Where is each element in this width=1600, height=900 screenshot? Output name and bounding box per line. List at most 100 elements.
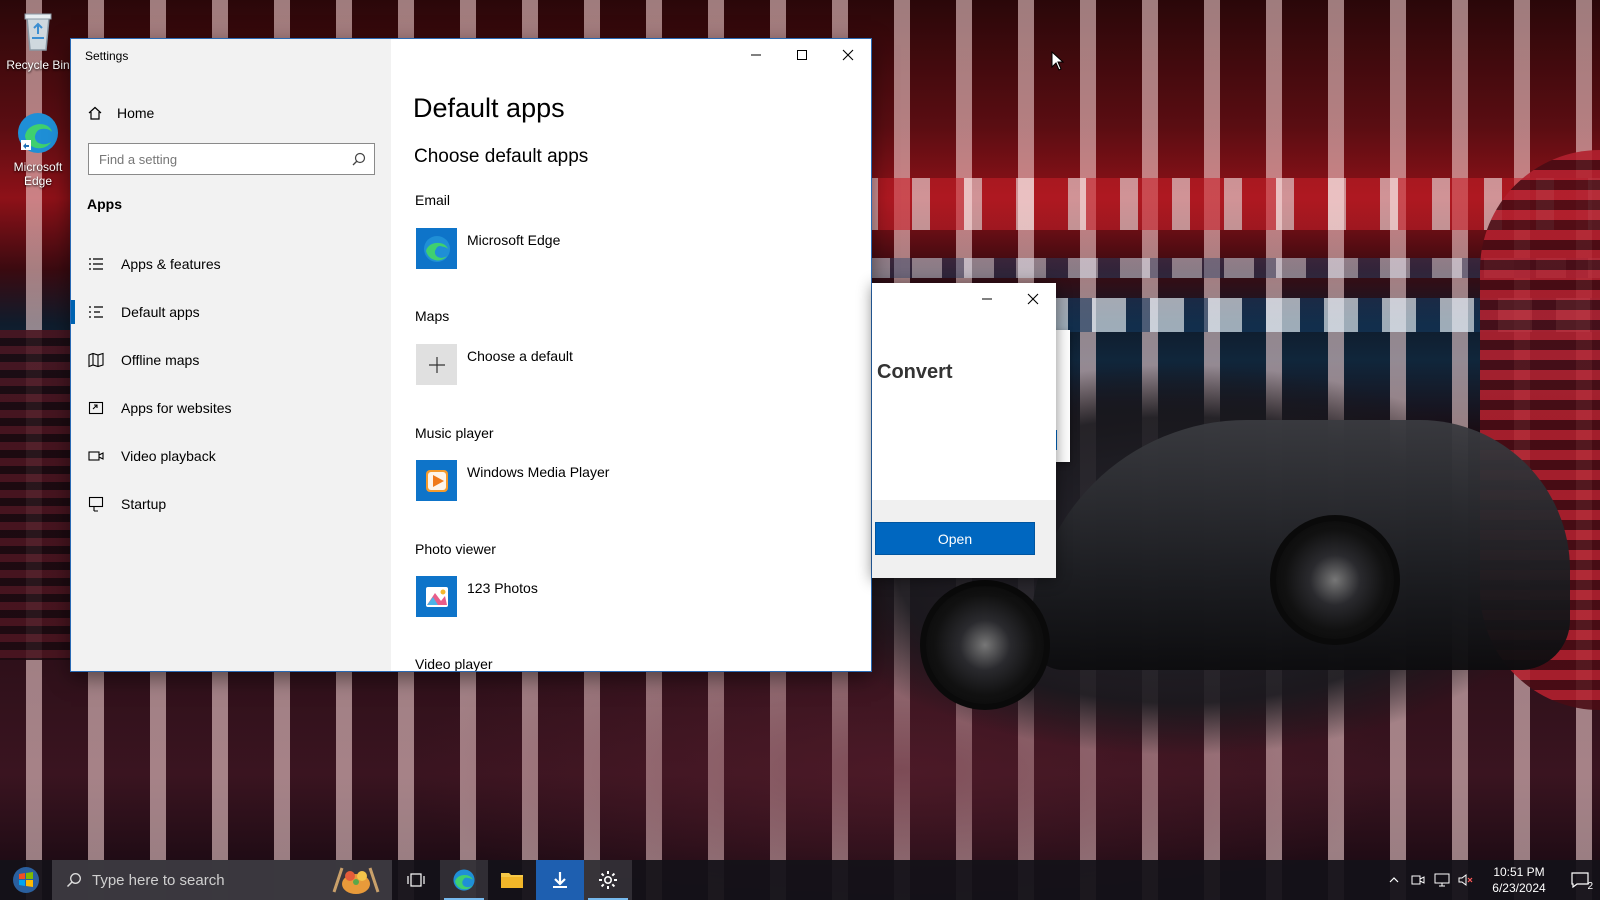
maximize-button[interactable] [779, 39, 825, 71]
windows-logo-icon [13, 867, 39, 893]
taskbar-search-box[interactable]: Type here to search [52, 860, 392, 900]
show-hidden-icons-button[interactable] [1382, 860, 1406, 900]
default-app-maps[interactable]: Choose a default [416, 344, 836, 386]
apps-list-icon [87, 255, 105, 273]
default-app-email[interactable]: Microsoft Edge [416, 228, 836, 270]
edge-icon [15, 110, 61, 156]
convert-dialog: Convert Open [872, 283, 1056, 578]
volume-muted-icon [1458, 874, 1473, 886]
system-tray: 10:51 PM 6/23/2024 2 [1382, 860, 1600, 900]
default-app-name: Microsoft Edge [467, 232, 561, 248]
desktop-icon-label: Recycle Bin [6, 58, 70, 72]
close-icon [1027, 293, 1039, 305]
desktop-icon-recycle-bin[interactable]: Recycle Bin [1, 8, 75, 72]
edge-icon [453, 869, 475, 891]
desktop-icon-edge[interactable]: Microsoft Edge [1, 110, 75, 188]
task-view-icon [407, 873, 425, 887]
wallpaper-car-wheel [920, 580, 1050, 710]
video-camera-icon [87, 447, 105, 465]
default-app-music-player[interactable]: Windows Media Player [416, 460, 836, 502]
startup-icon [87, 495, 105, 513]
default-app-photo-viewer[interactable]: 123 Photos [416, 576, 836, 618]
home-icon [88, 106, 102, 120]
clock-date: 6/23/2024 [1492, 881, 1546, 895]
action-center-button[interactable]: 2 [1560, 860, 1600, 900]
wallpaper-car-wheel [1270, 515, 1400, 645]
minimize-icon [751, 54, 761, 56]
settings-window: Settings Home Apps Apps & features Defau… [71, 39, 871, 671]
edge-icon [416, 228, 457, 269]
taskbar-clock[interactable]: 10:51 PM 6/23/2024 [1484, 864, 1554, 896]
taskbar-edge-button[interactable] [440, 860, 488, 900]
nav-item-offline-maps[interactable]: Offline maps [71, 340, 391, 380]
close-button[interactable] [825, 39, 871, 71]
task-view-button[interactable] [392, 860, 440, 900]
nav-item-label: Video playback [121, 448, 216, 464]
section-label-apps: Apps [87, 196, 122, 212]
nav-item-video-playback[interactable]: Video playback [71, 436, 391, 476]
default-app-name: Windows Media Player [467, 464, 610, 480]
category-label-email: Email [415, 192, 451, 208]
notification-icon [1571, 872, 1589, 888]
minimize-button[interactable] [733, 39, 779, 71]
close-icon [842, 49, 854, 61]
category-label-maps: Maps [415, 308, 450, 324]
default-apps-icon [87, 303, 105, 321]
nav-item-label: Apps & features [121, 256, 221, 272]
taskbar-downloader-button[interactable] [536, 860, 584, 900]
window-title: Settings [85, 49, 129, 63]
website-link-icon [87, 399, 105, 417]
settings-search-box[interactable] [88, 143, 375, 175]
search-icon [66, 873, 81, 888]
taskbar-settings-button[interactable] [584, 860, 632, 900]
dialog-title: Convert [877, 361, 953, 383]
search-highlight-illustration-icon [332, 867, 380, 894]
desktop-icon-label: Microsoft Edge [13, 160, 63, 188]
search-icon[interactable] [344, 144, 374, 174]
dialog-minimize-button[interactable] [964, 283, 1010, 315]
nav-item-label: Startup [121, 496, 167, 512]
default-app-name: Choose a default [467, 348, 573, 364]
taskbar: Type here to search 10:51 PM 6/23/2024 2 [0, 860, 1600, 900]
home-label: Home [117, 105, 155, 121]
minimize-icon [982, 298, 992, 300]
chevron-up-icon [1389, 877, 1399, 883]
nav-item-apps-for-websites[interactable]: Apps for websites [71, 388, 391, 428]
camera-icon [1411, 875, 1425, 885]
map-icon [87, 351, 105, 369]
maximize-icon [797, 50, 807, 60]
category-label-photo-viewer: Photo viewer [415, 541, 496, 557]
mouse-cursor [1051, 50, 1065, 76]
page-title: Default apps [413, 93, 565, 123]
category-label-video-player: Video player [415, 656, 493, 671]
gear-icon [599, 871, 617, 889]
notification-count: 2 [1587, 881, 1593, 892]
download-arrow-icon [553, 872, 567, 888]
wallpaper-drum [0, 330, 75, 660]
nav-item-startup[interactable]: Startup [71, 484, 391, 524]
settings-search-input[interactable] [89, 151, 344, 167]
tray-volume-button[interactable] [1454, 860, 1478, 900]
plus-icon [416, 344, 457, 385]
photos-icon [416, 576, 457, 617]
taskbar-file-explorer-button[interactable] [488, 860, 536, 900]
start-button[interactable] [0, 860, 52, 900]
clock-time: 10:51 PM [1493, 865, 1545, 879]
category-label-music-player: Music player [415, 425, 494, 441]
open-button[interactable]: Open [875, 522, 1035, 555]
nav-item-apps-features[interactable]: Apps & features [71, 244, 391, 284]
recycle-bin-icon [15, 8, 61, 54]
nav-item-default-apps[interactable]: Default apps [71, 292, 391, 332]
default-app-name: 123 Photos [467, 580, 538, 596]
taskbar-search-placeholder: Type here to search [92, 871, 225, 889]
nav-item-label: Apps for websites [121, 400, 232, 416]
tray-meet-button[interactable] [1406, 860, 1430, 900]
network-icon [1434, 873, 1450, 887]
nav-item-label: Offline maps [121, 352, 200, 368]
home-link[interactable]: Home [87, 101, 154, 125]
folder-icon [501, 873, 523, 888]
tray-network-button[interactable] [1430, 860, 1454, 900]
dialog-close-button[interactable] [1010, 283, 1056, 315]
nav-item-label: Default apps [121, 304, 200, 320]
media-player-icon [416, 460, 457, 501]
